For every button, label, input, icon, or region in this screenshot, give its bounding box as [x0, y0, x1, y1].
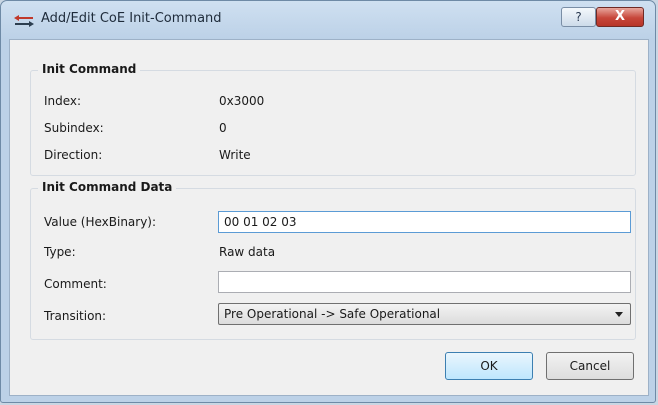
- window-title: Add/Edit CoE Init-Command: [41, 11, 222, 26]
- dialog-body: Init Command Index: 0x3000 Subindex: 0 D…: [9, 39, 649, 396]
- subindex-label: Subindex:: [44, 121, 104, 135]
- type-value: Raw data: [219, 245, 276, 259]
- value-input[interactable]: [218, 211, 631, 233]
- transition-label: Transition:: [44, 309, 107, 323]
- comment-input[interactable]: [218, 271, 631, 293]
- direction-label: Direction:: [44, 148, 103, 162]
- title-bar[interactable]: Add/Edit CoE Init-Command ? X: [1, 1, 655, 39]
- chevron-down-icon[interactable]: [615, 312, 623, 317]
- transition-selected-value: Pre Operational -> Safe Operational: [224, 307, 441, 321]
- transfer-arrows-icon: [14, 15, 34, 27]
- dialog-window: Add/Edit CoE Init-Command ? X Init Comma…: [0, 0, 656, 403]
- close-button[interactable]: X: [596, 7, 644, 27]
- subindex-value: 0: [219, 121, 227, 135]
- direction-value: Write: [219, 148, 251, 162]
- index-label: Index:: [44, 94, 82, 108]
- init-command-data-group: Init Command Data Value (HexBinary): Typ…: [30, 180, 636, 340]
- comment-label: Comment:: [44, 277, 107, 291]
- value-label: Value (HexBinary):: [44, 215, 157, 229]
- cancel-button[interactable]: Cancel: [546, 352, 634, 380]
- type-label: Type:: [44, 245, 76, 259]
- help-button[interactable]: ?: [561, 7, 596, 27]
- init-command-data-group-title: Init Command Data: [38, 180, 177, 194]
- index-value: 0x3000: [219, 94, 265, 108]
- init-command-group-title: Init Command: [38, 62, 141, 76]
- ok-button[interactable]: OK: [445, 352, 533, 380]
- transition-select[interactable]: Pre Operational -> Safe Operational: [218, 303, 631, 325]
- init-command-group: Init Command Index: 0x3000 Subindex: 0 D…: [30, 62, 636, 176]
